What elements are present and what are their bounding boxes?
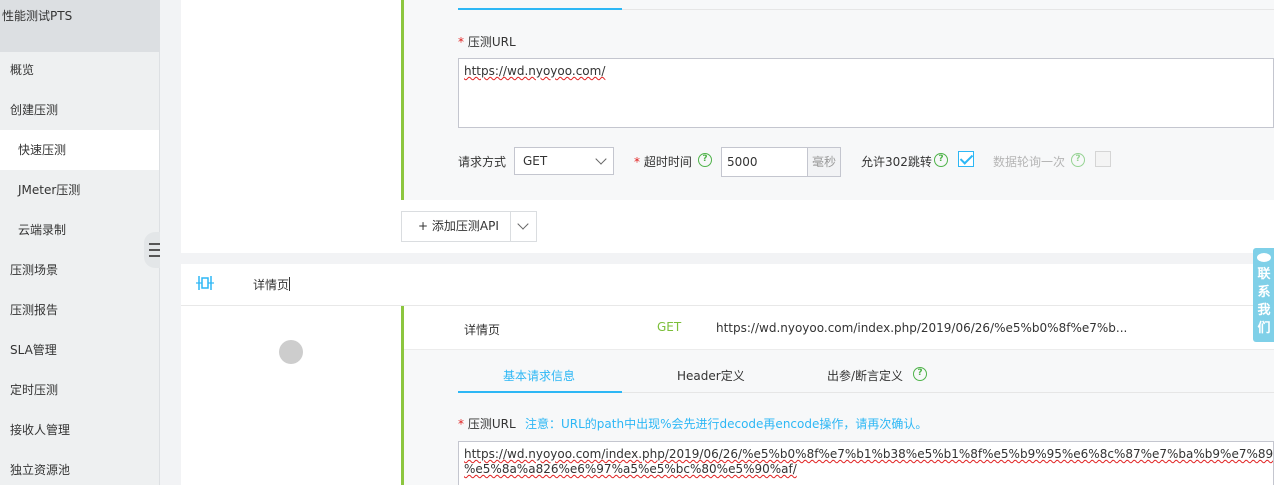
url-textarea[interactable]: https://wd.nyoyoo.com/index.php/2019/06/… xyxy=(458,441,1274,485)
active-tab-indicator xyxy=(458,391,622,393)
timeout-field[interactable] xyxy=(722,148,808,176)
url-value-line-2: %e5%8a%a826%e6%97%a5%e5%bc%80%e5%90%af/ xyxy=(464,462,797,476)
method-value: GET xyxy=(523,154,548,168)
sidebar-item-jmeter-test[interactable]: JMeter压测 xyxy=(0,170,159,210)
poll-checkbox[interactable] xyxy=(1095,151,1111,167)
contact-us-label: 联系我们 xyxy=(1257,267,1271,336)
sidebar-title: 性能测试PTS xyxy=(0,0,160,52)
tab-output-assertion[interactable]: 出参/断言定义 xyxy=(827,367,903,384)
url-label: * 压测URL xyxy=(458,35,516,49)
required-mark: * xyxy=(634,155,640,169)
api-method: GET xyxy=(657,320,682,334)
active-tab-indicator xyxy=(458,8,622,10)
required-mark: * xyxy=(458,35,464,49)
timeout-input[interactable]: 毫秒 xyxy=(721,147,841,177)
method-select[interactable]: GET xyxy=(514,147,614,175)
poll-label: 数据轮询一次 xyxy=(993,155,1066,169)
scene-name-input[interactable]: 详情页 xyxy=(253,276,289,293)
sidebar-item-overview[interactable]: 概览 xyxy=(0,50,159,90)
timeout-label: * 超时时间 xyxy=(634,155,692,169)
tab-header-definition[interactable]: Header定义 xyxy=(677,367,745,384)
tab-divider xyxy=(622,392,1274,393)
scene-node-icon xyxy=(196,276,214,290)
sidebar-item-create-test[interactable]: 创建压测 xyxy=(0,90,159,130)
drag-handle[interactable] xyxy=(279,340,303,364)
chevron-down-icon[interactable] xyxy=(517,218,529,230)
api-name: 详情页 xyxy=(464,323,501,337)
sidebar-item-test-reports[interactable]: 压测报告 xyxy=(0,290,159,330)
redirect-label: 允许302跳转 xyxy=(861,155,932,169)
help-icon[interactable]: ? xyxy=(698,153,712,167)
timeout-unit: 毫秒 xyxy=(807,148,840,176)
required-mark: * xyxy=(458,417,464,431)
sidebar-item-sla[interactable]: SLA管理 xyxy=(0,330,159,370)
scene-left-zone xyxy=(181,306,401,485)
sidebar: 性能测试PTS 概览 创建压测 快速压测 JMeter压测 云端录制 压测场景 … xyxy=(0,0,160,485)
url-label: * 压测URL xyxy=(458,417,516,431)
contact-us-widget[interactable]: 联系我们 xyxy=(1253,248,1274,342)
sidebar-item-resource-pool[interactable]: 独立资源池 xyxy=(0,450,159,485)
url-note: 注意：URL的path中出现%会先进行decode再encode操作，请再次确认… xyxy=(525,417,928,431)
help-icon[interactable]: ? xyxy=(1071,153,1085,167)
chevron-down-icon xyxy=(595,153,607,165)
add-api-button[interactable]: + 添加压测API xyxy=(401,211,537,242)
sidebar-item-cloud-record[interactable]: 云端录制 xyxy=(0,210,159,250)
add-api-label: + 添加压测API xyxy=(418,219,499,233)
method-label: 请求方式 xyxy=(458,155,507,169)
url-value-line-1: https://wd.nyoyoo.com/index.php/2019/06/… xyxy=(464,447,1274,461)
help-icon[interactable]: ? xyxy=(913,367,927,381)
tab-basic-request[interactable]: 基本请求信息 xyxy=(503,367,575,384)
sidebar-item-recipients[interactable]: 接收人管理 xyxy=(0,410,159,450)
text-caret xyxy=(289,277,290,291)
url-value: https://wd.nyoyoo.com/ xyxy=(464,64,606,78)
url-textarea[interactable]: https://wd.nyoyoo.com/ xyxy=(458,58,1274,128)
tab-divider xyxy=(622,9,1274,10)
sidebar-item-scheduled-test[interactable]: 定时压测 xyxy=(0,370,159,410)
redirect-checkbox[interactable] xyxy=(958,151,974,167)
api-url-summary: https://wd.nyoyoo.com/index.php/2019/06/… xyxy=(716,321,1128,335)
sidebar-item-quick-test[interactable]: 快速压测 xyxy=(0,130,159,170)
help-icon[interactable]: ? xyxy=(934,153,948,167)
sidebar-item-test-scenes[interactable]: 压测场景 xyxy=(0,250,159,290)
button-divider xyxy=(510,212,511,241)
chat-icon xyxy=(1257,253,1271,262)
scene-header xyxy=(181,264,1274,306)
